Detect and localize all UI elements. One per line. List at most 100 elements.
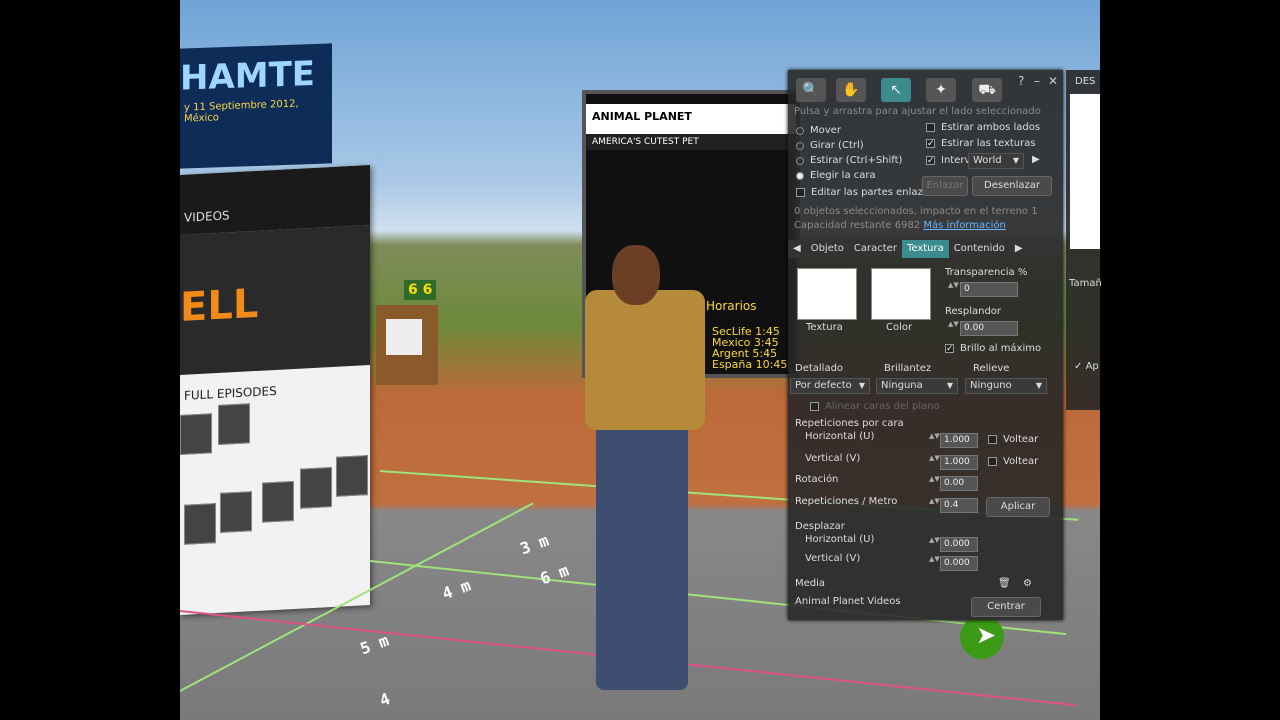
build-floater[interactable]: 🔍 ✋ ↖ ✦ ⛟ ? – ✕ Pulsa y arrastra para aj… [788, 70, 1063, 620]
stretch-both-checkbox[interactable]: Estirar ambos lados [926, 122, 1040, 133]
floor-mark: 5 m [357, 630, 392, 659]
detail-value: Por defecto [795, 380, 852, 391]
spinner-icon[interactable]: ▲▼ [948, 282, 959, 297]
episode-thumb [184, 503, 216, 545]
vertical-v-label: Vertical (V) [805, 453, 861, 464]
minimize-icon[interactable]: – [1034, 74, 1040, 88]
offset-vertical-label: Vertical (V) [805, 553, 861, 564]
tab-bar: ◀ Objeto Caracter Textura Contenido ▶ [788, 240, 1063, 258]
mode-rotate[interactable]: Girar (Ctrl) [796, 140, 864, 151]
more-info-link[interactable]: Más información [923, 220, 1005, 231]
texture-swatch[interactable] [797, 268, 857, 320]
floor-mark: 4 [377, 688, 393, 711]
grab-tool-button[interactable]: ✋ [836, 78, 866, 102]
shininess-select[interactable]: Ninguna ▼ [876, 378, 958, 394]
grid-mode-value: World [973, 155, 1002, 166]
tv-brand: ANIMAL PLANET [586, 104, 796, 134]
tab-textura[interactable]: Textura [901, 240, 949, 258]
radio-selected-icon [796, 171, 804, 180]
edit-tool-button[interactable]: ↖ [881, 78, 911, 102]
media-name: Animal Planet Videos [795, 596, 901, 607]
tab-contenido[interactable]: Contenido [949, 240, 1010, 258]
offset-u-field[interactable]: 0.000 [940, 537, 978, 552]
spinner-icon[interactable]: ▲▼ [929, 556, 940, 571]
tv-horarios: Horarios [706, 299, 757, 313]
detail-label: Detallado [795, 363, 844, 374]
avatar-body [585, 290, 705, 430]
spinner-icon[interactable]: ▲▼ [929, 498, 940, 513]
floor-mark: 3 m [517, 530, 552, 559]
spinner-icon[interactable]: ▲▼ [929, 476, 940, 491]
amte-title: HAMTE [180, 53, 316, 99]
apply-abbrev-label: Ap [1085, 361, 1099, 372]
tab-objeto[interactable]: Objeto [806, 240, 849, 258]
close-icon[interactable]: ✕ [1048, 74, 1058, 88]
repeat-u-field[interactable]: 1.000 [940, 433, 978, 448]
interval-label: Interv [941, 155, 971, 166]
check-icon: ✓ [926, 156, 935, 166]
chevron-down-icon: ▼ [1035, 381, 1042, 390]
help-icon[interactable]: ? [1018, 74, 1024, 88]
magnifier-icon: 🔍 [802, 82, 820, 98]
spinner-icon[interactable]: ▲▼ [948, 321, 959, 336]
apply-button[interactable]: Aplicar [986, 497, 1050, 517]
stretch-textures-label: Estirar las texturas [941, 138, 1036, 149]
spinner-icon[interactable]: ▲▼ [929, 537, 940, 552]
repeats-label: Repeticiones por cara [795, 418, 904, 429]
radio-icon [796, 156, 804, 165]
episode-thumb [220, 491, 252, 533]
land-tool-button[interactable]: ⛟ [972, 78, 1002, 102]
tv-subtitle: AMERICA'S CUTEST PET [586, 134, 796, 150]
tab-scroll-left-icon[interactable]: ◀ [788, 240, 806, 258]
bump-value: Ninguno [970, 380, 1012, 391]
transparency-field[interactable]: 0 [960, 282, 1018, 297]
stretch-both-label: Estirar ambos lados [941, 122, 1041, 133]
bump-select[interactable]: Ninguno ▼ [965, 378, 1047, 394]
spinner-icon[interactable]: ▲▼ [929, 455, 940, 470]
tab-caracter[interactable]: Caracter [849, 240, 902, 258]
check-icon: ✓ [945, 344, 954, 354]
gear-icon[interactable]: ⚙ [1023, 578, 1032, 589]
size-label: Tamañ [1069, 278, 1102, 289]
center-button[interactable]: Centrar [971, 597, 1041, 617]
zoom-tool-button[interactable]: 🔍 [796, 78, 826, 102]
grid-options-icon[interactable]: ▶ [1032, 154, 1040, 165]
spinner-icon[interactable]: ▲▼ [929, 433, 940, 448]
interval-checkbox[interactable]: ✓ Interv [926, 155, 970, 166]
unlink-button[interactable]: Desenlazar [972, 176, 1052, 196]
trash-icon[interactable]: 🗑 [998, 578, 1011, 589]
grid-mode-select[interactable]: World ▼ [968, 153, 1024, 169]
offset-v-field[interactable]: 0.000 [940, 556, 978, 571]
color-swatch[interactable] [871, 268, 931, 320]
glow-field[interactable]: 0.00 [960, 321, 1018, 336]
flip-v-checkbox[interactable]: Voltear [988, 456, 1038, 467]
check-icon: ✓ [1074, 361, 1083, 372]
fullbright-checkbox[interactable]: ✓ Brillo al máximo [945, 343, 1041, 354]
link-button[interactable]: Enlazar [922, 176, 968, 196]
flip-u-checkbox[interactable]: Voltear [988, 434, 1038, 445]
rotation-label: Rotación [795, 474, 839, 485]
floor-mark: 6 m [537, 560, 572, 589]
episode-thumb [180, 413, 212, 455]
tab-scroll-right-icon[interactable]: ▶ [1010, 240, 1028, 258]
detail-select[interactable]: Por defecto ▼ [790, 378, 870, 394]
repeat-v-field[interactable]: 1.000 [940, 455, 978, 470]
mode-select-face[interactable]: Elegir la cara [796, 170, 876, 181]
checkbox-icon [796, 188, 805, 197]
mode-move[interactable]: Mover [796, 125, 841, 136]
align-planar-checkbox[interactable]: Alinear caras del plano [810, 401, 940, 412]
chevron-down-icon: ▼ [946, 381, 953, 390]
media-label: Media [795, 578, 826, 589]
create-tool-button[interactable]: ✦ [926, 78, 956, 102]
side-floater-title: DES [1075, 76, 1096, 87]
hint-text: Pulsa y arrastra para ajustar el lado se… [794, 106, 1041, 117]
repeats-per-meter-field[interactable]: 0.4 [940, 498, 978, 513]
rotation-field[interactable]: 0.00 [940, 476, 978, 491]
repeats-per-meter-label: Repeticiones / Metro [795, 496, 898, 507]
radio-icon [796, 141, 804, 150]
stretch-textures-checkbox[interactable]: ✓ Estirar las texturas [926, 138, 1036, 149]
mode-stretch[interactable]: Estirar (Ctrl+Shift) [796, 155, 902, 166]
radio-icon [796, 126, 804, 135]
side-floater[interactable]: DES Tamañ ✓ Ap [1066, 70, 1102, 410]
apply-abbrev-checkbox[interactable]: ✓ Ap [1074, 361, 1099, 372]
